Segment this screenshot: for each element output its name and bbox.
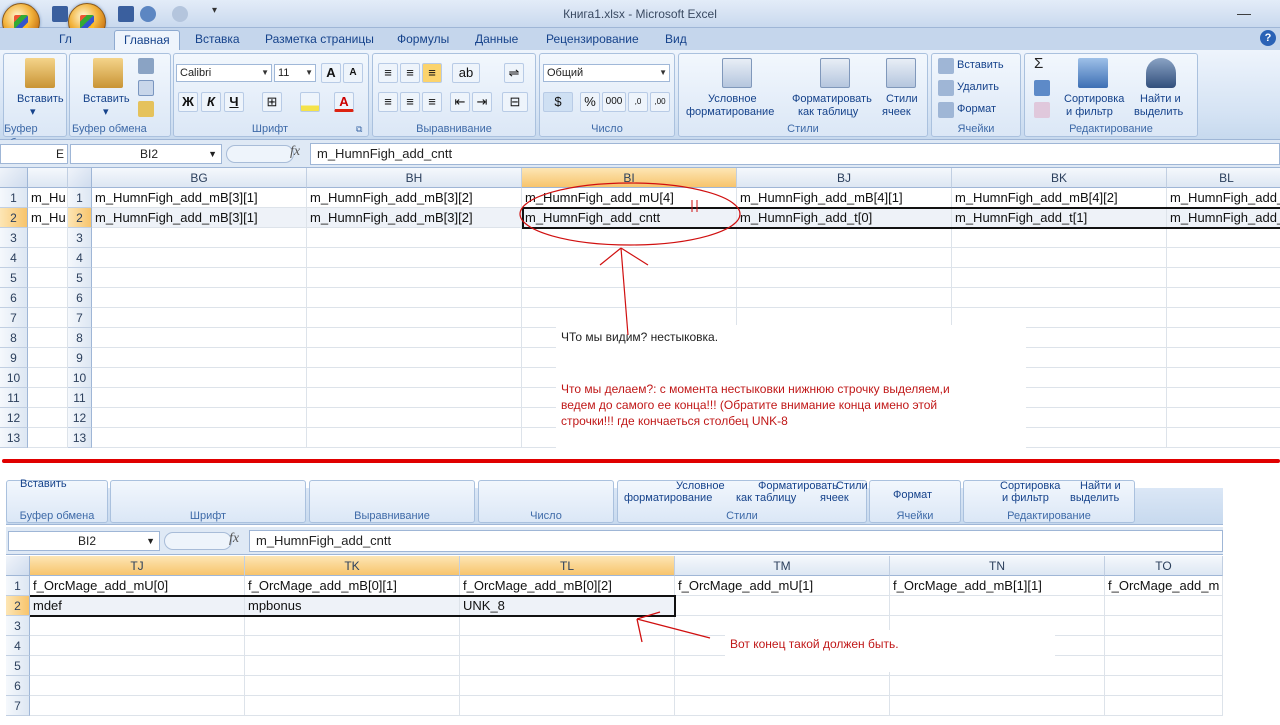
cell[interactable]	[30, 696, 245, 716]
cell[interactable]	[1105, 596, 1223, 616]
arrow-head	[636, 618, 643, 643]
cell[interactable]	[30, 676, 245, 696]
cell[interactable]: f_OrcMage_add_mB[0][2]	[460, 576, 675, 596]
cell[interactable]	[1105, 616, 1223, 636]
row-header[interactable]: 3	[6, 616, 30, 636]
cell[interactable]: f_OrcMage_add_mB[0][1]	[245, 576, 460, 596]
cell[interactable]	[890, 596, 1105, 616]
ribbon-button-label[interactable]: Формат	[893, 489, 932, 502]
cell[interactable]: f_OrcMage_add_mU[1]	[675, 576, 890, 596]
cell[interactable]	[890, 696, 1105, 716]
cell[interactable]: f_OrcMage_add_mU[0]	[30, 576, 245, 596]
ribbon-button-label[interactable]: ячеек	[820, 492, 849, 505]
column-header[interactable]: TK	[245, 556, 460, 576]
arrow-head	[620, 247, 649, 266]
formula-input[interactable]: m_HumnFigh_add_cntt	[249, 530, 1223, 552]
cell[interactable]	[245, 636, 460, 656]
ribbon-button-label[interactable]: форматирование	[624, 492, 712, 505]
column-header[interactable]: TO	[1105, 556, 1223, 576]
row-header[interactable]: 6	[6, 676, 30, 696]
formula-bar-expander[interactable]	[164, 532, 232, 550]
ribbon-group-label: Буфер обмена	[19, 510, 95, 522]
row-header[interactable]: 5	[6, 656, 30, 676]
highlight-ellipse	[519, 182, 741, 246]
ribbon-button-label[interactable]: как таблицу	[736, 492, 796, 505]
pointer-arrow	[620, 247, 629, 336]
cell[interactable]	[1105, 676, 1223, 696]
ribbon-group-label: Редактирование	[1007, 510, 1091, 522]
bottom-arrow-overlay	[636, 611, 711, 643]
ribbon-group-label: Ячейки	[896, 510, 934, 522]
separator-line	[2, 459, 1280, 463]
cell[interactable]	[245, 676, 460, 696]
cell[interactable]	[1105, 696, 1223, 716]
fx-icon[interactable]: fx	[229, 531, 239, 547]
ribbon-button-label[interactable]: и фильтр	[1002, 492, 1049, 505]
name-box[interactable]: BI2 ▼	[8, 531, 160, 551]
column-header[interactable]: TM	[675, 556, 890, 576]
top-annotation-overlay	[519, 182, 741, 336]
cell[interactable]	[245, 616, 460, 636]
cell[interactable]	[245, 696, 460, 716]
cell[interactable]	[1105, 656, 1223, 676]
cell[interactable]	[890, 676, 1105, 696]
ribbon-button-label[interactable]: Вставить	[20, 478, 67, 491]
column-header[interactable]: TN	[890, 556, 1105, 576]
ribbon-group-label: Выравнивание	[354, 510, 430, 522]
column-header[interactable]: TL	[460, 556, 675, 576]
row-header[interactable]: 1	[6, 576, 30, 596]
select-all-corner[interactable]	[6, 556, 30, 576]
ribbon-group-label: Число	[530, 510, 562, 522]
pointer-arrow	[636, 618, 711, 639]
cell[interactable]	[460, 696, 675, 716]
ribbon-group-label: Шрифт	[189, 510, 227, 522]
column-header[interactable]: TJ	[30, 556, 245, 576]
cell[interactable]	[30, 656, 245, 676]
cell[interactable]	[675, 696, 890, 716]
cell[interactable]: f_OrcMage_add_mB[1][1]	[890, 576, 1105, 596]
cell[interactable]	[30, 636, 245, 656]
cell[interactable]	[245, 656, 460, 676]
arrow-head	[636, 611, 661, 620]
arrow-head	[599, 247, 622, 266]
cell[interactable]	[30, 616, 245, 636]
row-header[interactable]: 4	[6, 636, 30, 656]
bottom-note: Вот конец такой должен быть.	[730, 636, 899, 652]
cell[interactable]	[675, 676, 890, 696]
ribbon-button-label[interactable]: выделить	[1070, 492, 1119, 505]
cell[interactable]	[460, 676, 675, 696]
cell[interactable]	[1105, 636, 1223, 656]
selection-range	[30, 595, 676, 617]
row-header[interactable]: 2	[6, 596, 30, 616]
cell[interactable]: f_OrcMage_add_m	[1105, 576, 1223, 596]
ribbon-group-label: Стили	[726, 510, 758, 522]
row-header[interactable]: 7	[6, 696, 30, 716]
